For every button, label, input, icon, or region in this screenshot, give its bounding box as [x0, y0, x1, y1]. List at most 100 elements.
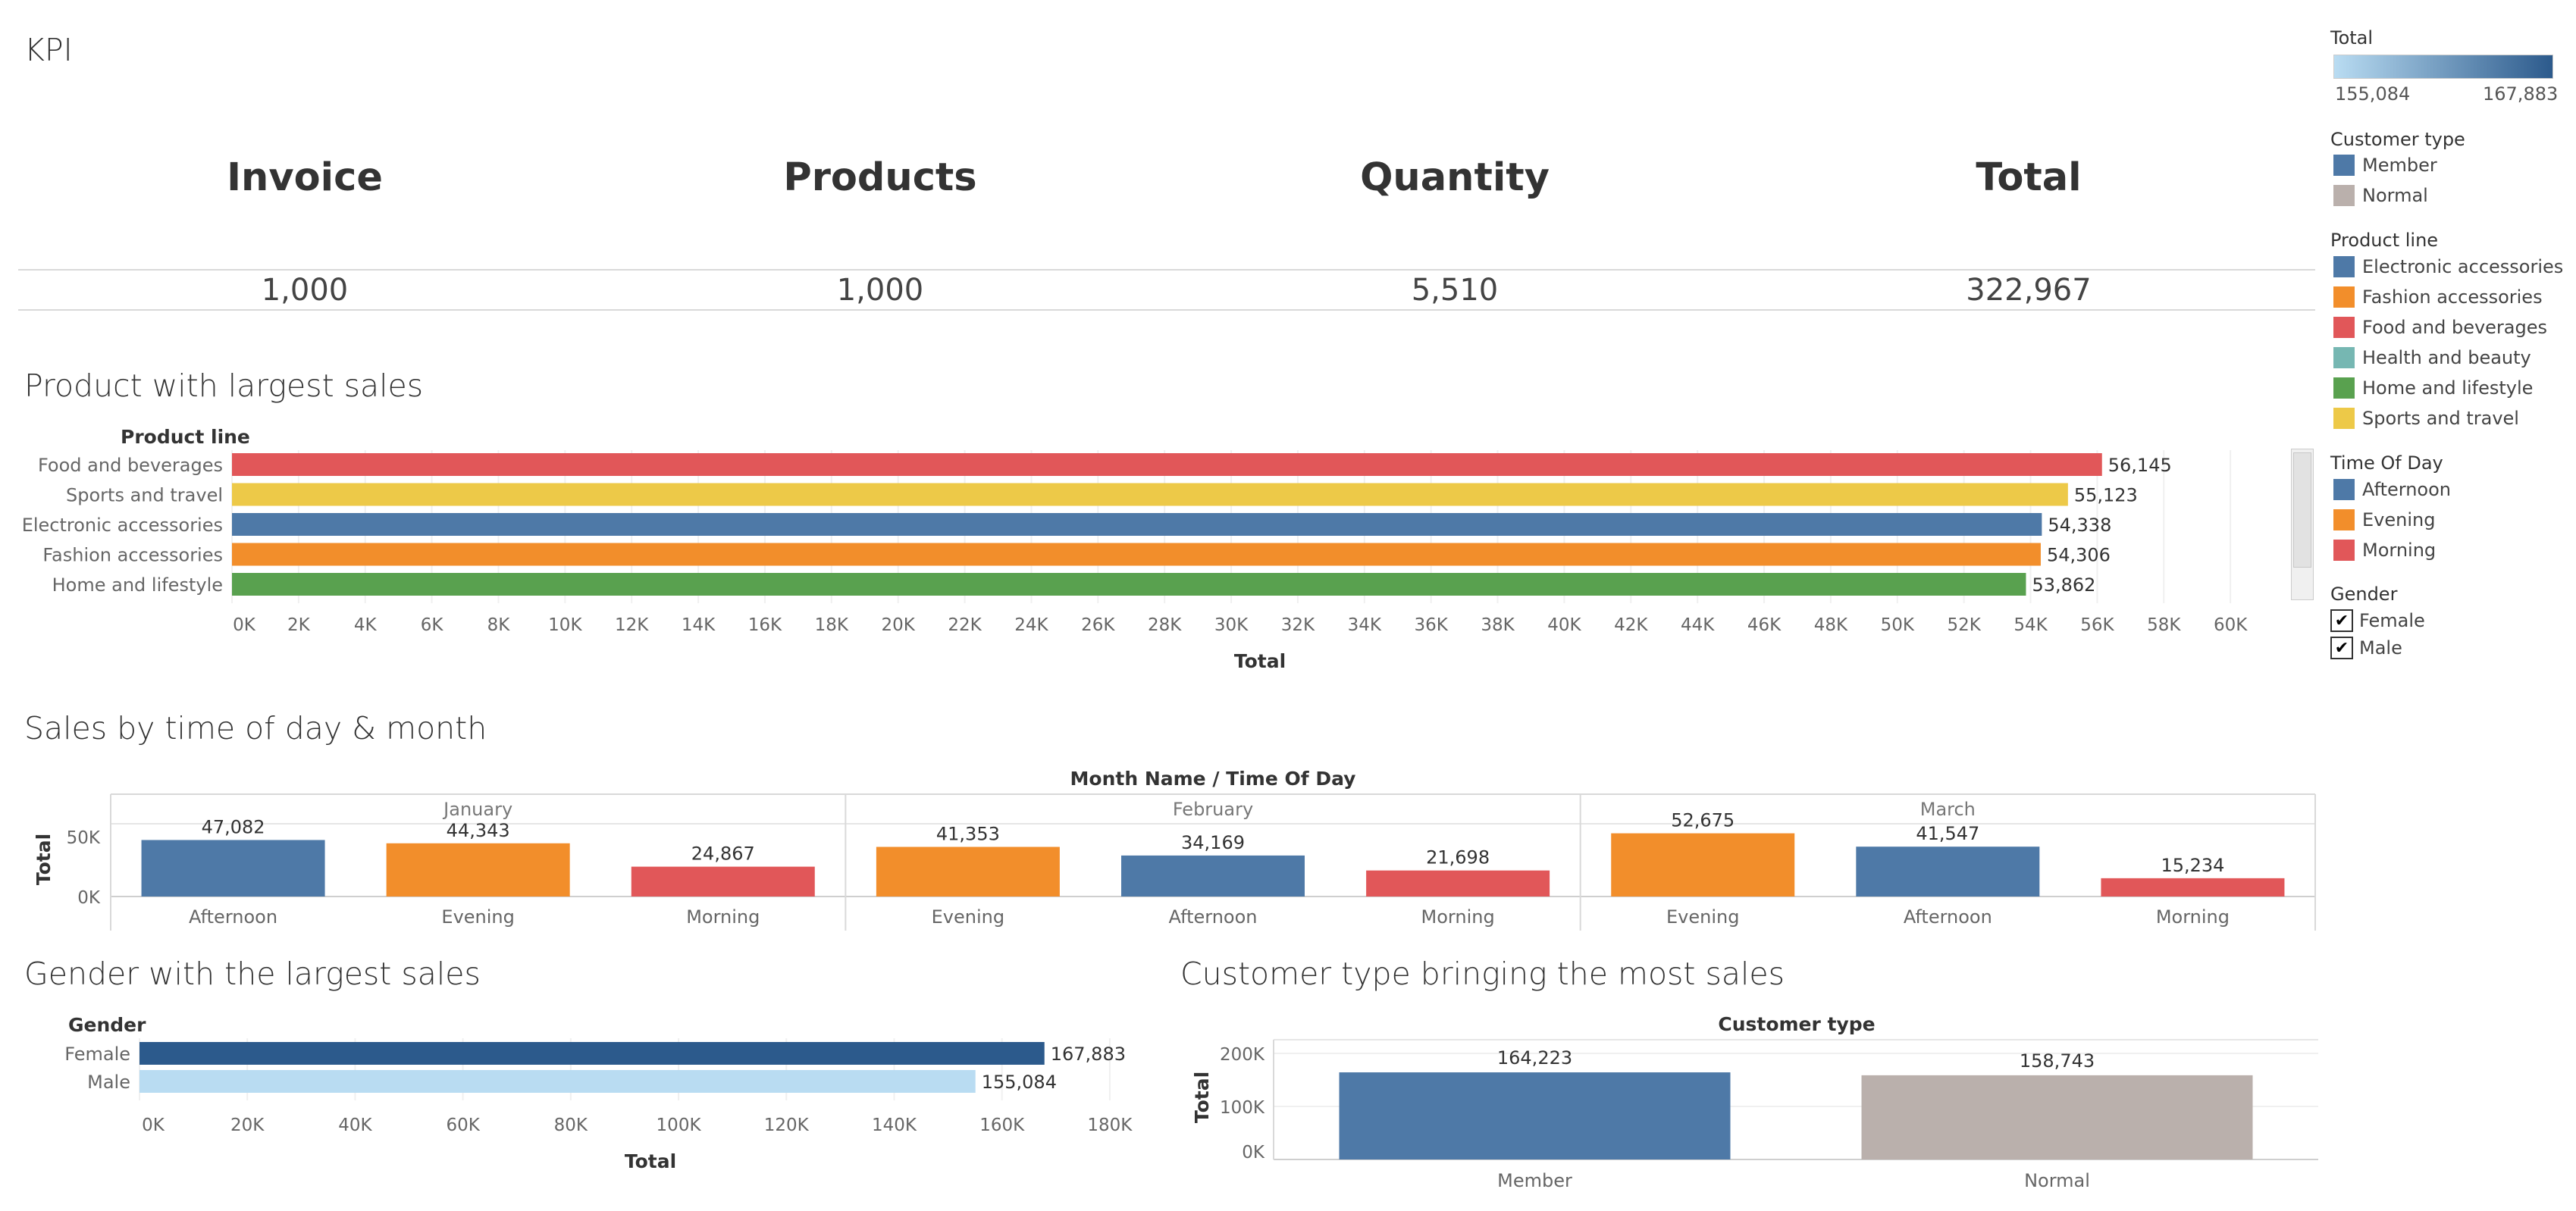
legend-total-title: Total: [2330, 27, 2374, 49]
product-value-label: 54,306: [2047, 545, 2111, 566]
legend-label: Morning: [2362, 540, 2437, 561]
time-value-label: 47,082: [202, 816, 265, 837]
time-value-label: 34,169: [1181, 832, 1245, 853]
product-x-tick: 0K: [233, 615, 256, 635]
customer-value-label: 164,223: [1497, 1047, 1572, 1069]
product-bar: [232, 453, 2102, 476]
gender-x-tick: 140K: [872, 1116, 917, 1135]
product-bar: [232, 543, 2041, 566]
customer-chart: Customer type 0K 100K 200K Total 164,223 Membe…: [1191, 1013, 2318, 1191]
product-x-tick: 32K: [1281, 615, 1315, 635]
gender-x-tick: 80K: [554, 1116, 588, 1135]
product-x-tick: 10K: [548, 615, 582, 635]
gender-x-tick: 40K: [338, 1116, 372, 1135]
legend-product-home[interactable]: Home and lifestyle: [2333, 377, 2533, 399]
product-x-tick: 18K: [815, 615, 849, 635]
scrollbar-thumb[interactable]: [2293, 452, 2311, 568]
time-bar: [141, 840, 325, 897]
customer-y-tick: 0K: [1242, 1143, 1265, 1162]
legend-product-health[interactable]: Health and beauty: [2333, 347, 2531, 368]
legend-customer-member[interactable]: Member: [2333, 155, 2437, 176]
legend-label: Male: [2359, 637, 2402, 659]
product-x-tick: 42K: [1614, 615, 1648, 635]
gender-x-tick: 100K: [657, 1116, 702, 1135]
legend-time-title: Time Of Day: [2330, 452, 2443, 474]
product-x-tick: 8K: [487, 615, 511, 635]
legend-gender-title: Gender: [2330, 584, 2398, 605]
customer-y-tick: 100K: [1220, 1098, 1265, 1118]
swatch-morning: [2333, 540, 2355, 561]
product-x-tick: 28K: [1148, 615, 1182, 635]
gender-x-tick: 120K: [764, 1116, 810, 1135]
legend-product-food[interactable]: Food and beverages: [2333, 317, 2547, 338]
legend-product-title: Product line: [2330, 230, 2439, 251]
customer-bar: [1861, 1075, 2253, 1159]
swatch-evening: [2333, 509, 2355, 530]
time-bar: [2101, 878, 2285, 897]
product-bar: [232, 573, 2026, 596]
product-bar: [232, 483, 2068, 506]
legend-time-morning[interactable]: Morning: [2333, 540, 2436, 561]
male-checkbox[interactable]: ✔: [2330, 637, 2353, 659]
time-y-axis-title: Total: [33, 834, 55, 885]
customer-category-label: Member: [1497, 1170, 1572, 1191]
gender-x-tick: 160K: [979, 1116, 1025, 1135]
swatch-electronic: [2333, 256, 2355, 277]
product-x-tick: 58K: [2147, 615, 2181, 635]
legend-gender-female[interactable]: ✔ Female: [2330, 609, 2425, 632]
product-x-tick: 26K: [1081, 615, 1115, 635]
legend-product-electronic[interactable]: Electronic accessories: [2333, 256, 2563, 277]
legend-product-fashion[interactable]: Fashion accessories: [2333, 286, 2543, 308]
product-x-tick: 36K: [1414, 615, 1448, 635]
customer-header: Customer type: [1718, 1013, 1875, 1035]
product-x-tick: 34K: [1348, 615, 1382, 635]
customer-y-axis-title: Total: [1191, 1072, 1213, 1123]
product-x-tick: 60K: [2214, 615, 2248, 635]
legend-total-min: 155,084: [2335, 83, 2411, 105]
legend-label: Health and beauty: [2362, 347, 2531, 368]
time-category-label: Evening: [932, 906, 1004, 928]
product-x-tick: 50K: [1881, 615, 1915, 635]
customer-bar: [1339, 1072, 1731, 1159]
product-x-tick: 38K: [1481, 615, 1515, 635]
gender-chart: Gender Female 167,883 Male 155,084 0K 20K 40K 60…: [64, 1014, 1133, 1172]
charts-canvas: Product line Food and beverages 56,145 Spor…: [22, 426, 2318, 1191]
legend-time-afternoon[interactable]: Afternoon: [2333, 479, 2451, 500]
product-bar: [232, 513, 2042, 536]
legend-label: Sports and travel: [2362, 408, 2519, 429]
time-month-label: February: [1173, 799, 1253, 820]
swatch-fashion: [2333, 286, 2355, 308]
gender-category-label: Female: [64, 1044, 130, 1065]
legend-gender-male[interactable]: ✔ Male: [2330, 637, 2402, 659]
time-bar: [1121, 855, 1305, 897]
product-value-label: 56,145: [2108, 455, 2172, 476]
product-category-label: Home and lifestyle: [52, 574, 223, 596]
product-x-tick: 40K: [1547, 615, 1581, 635]
time-value-label: 52,675: [1671, 810, 1735, 831]
time-y-tick: 0K: [77, 888, 101, 908]
female-checkbox[interactable]: ✔: [2330, 609, 2353, 632]
legend-label: Electronic accessories: [2362, 256, 2564, 277]
legend-product-sports[interactable]: Sports and travel: [2333, 408, 2519, 429]
swatch-member: [2333, 155, 2355, 176]
product-value-label: 54,338: [2048, 515, 2111, 536]
legend-label: Member: [2362, 155, 2437, 176]
time-bar: [876, 846, 1060, 897]
gender-x-tick: 60K: [446, 1116, 480, 1135]
customer-y-tick: 200K: [1220, 1045, 1265, 1065]
product-x-tick: 16K: [748, 615, 782, 635]
product-chart-scrollbar[interactable]: [2291, 449, 2314, 600]
product-category-label: Food and beverages: [38, 455, 223, 476]
product-x-tick: 2K: [287, 615, 311, 635]
time-bar: [1611, 833, 1795, 897]
legend-time-evening[interactable]: Evening: [2333, 509, 2435, 530]
swatch-food: [2333, 317, 2355, 338]
gender-x-tick: 0K: [142, 1116, 165, 1135]
gender-bar: [139, 1070, 976, 1093]
legend-customer-normal[interactable]: Normal: [2333, 185, 2428, 206]
swatch-home: [2333, 377, 2355, 399]
time-category-label: Evening: [1666, 906, 1739, 928]
time-category-label: Evening: [441, 906, 514, 928]
total-color-ramp: [2333, 55, 2553, 79]
product-value-label: 53,862: [2032, 574, 2095, 596]
